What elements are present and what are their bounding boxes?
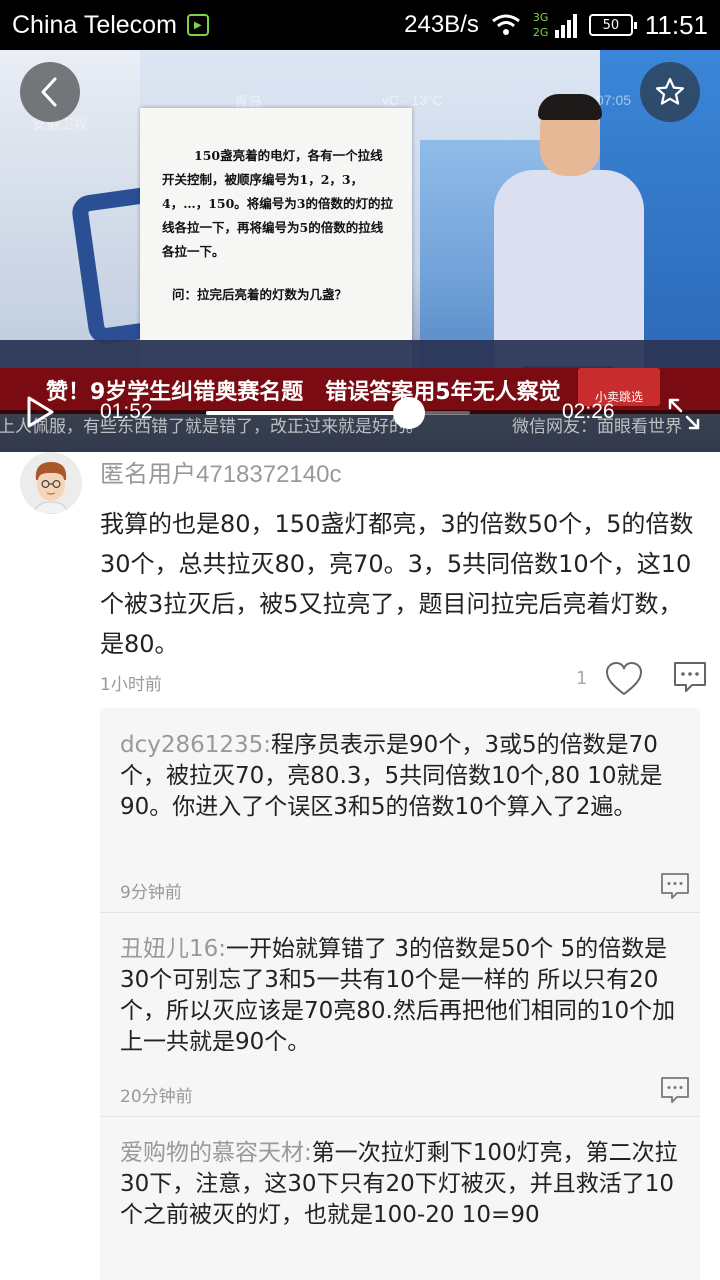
divider <box>100 912 700 913</box>
status-bar: China Telecom ▶ 243B/s 3G 2G 50 11:51 <box>0 0 720 50</box>
network-tag-3g: 3G <box>532 11 549 24</box>
battery-level: 50 <box>602 17 620 33</box>
overlay-weather: vC - 13°C <box>382 92 443 108</box>
paper-question-text: 问：拉完后亮着的灯数为几盏？ <box>172 287 348 302</box>
progress-bar[interactable] <box>206 397 470 429</box>
total-time: 02:26 <box>562 400 615 423</box>
reply-author[interactable]: dcy2861235: <box>120 732 271 758</box>
star-icon <box>655 77 685 105</box>
comment-time: 1小时前 <box>100 675 162 695</box>
carrier-name: China Telecom <box>12 10 177 39</box>
reply-comment-icon[interactable] <box>660 1076 690 1106</box>
reply-comment-icon[interactable] <box>672 660 708 696</box>
comment-text: 我算的也是80，150盏灯都亮，3的倍数50个，5的倍数30个，总共拉灭80，亮… <box>100 510 694 658</box>
battery-icon: 50 <box>588 14 637 36</box>
chevron-left-icon <box>41 77 57 107</box>
network-tag-2g: 2G <box>532 26 549 39</box>
clock: 11:51 <box>644 9 708 40</box>
fullscreen-button[interactable] <box>664 394 704 434</box>
reply-author[interactable]: 爱购物的慕容天材: <box>120 1140 312 1166</box>
user-avatar-icon <box>33 462 69 514</box>
reply-author[interactable]: 丑妞儿16: <box>120 936 226 962</box>
wifi-icon <box>491 14 520 35</box>
iqiyi-icon: ▶ <box>186 14 209 36</box>
back-button[interactable] <box>20 62 80 122</box>
play-button[interactable] <box>20 392 60 432</box>
favorite-button[interactable] <box>640 62 700 122</box>
reply-body: 丑妞儿16:一开始就算错了 3的倍数是50个 5的倍数是30个可别忘了3和5一共… <box>120 934 680 1058</box>
reply-comment-icon[interactable] <box>660 872 690 902</box>
reply-body: 爱购物的慕容天材:第一次拉灯剩下100灯亮，第二次拉30下，注意，这30下只有2… <box>120 1138 680 1231</box>
divider <box>100 1116 700 1117</box>
reply-body: dcy2861235:程序员表示是90个，3或5的倍数是70个，被拉灭70，亮8… <box>120 730 680 823</box>
heart-icon[interactable] <box>604 660 644 698</box>
reply-time: 20分钟前 <box>120 1087 193 1107</box>
ticker-left: 上人佩服，有些东西错了就是错了，改正过来就是好的。 <box>0 417 423 437</box>
avatar[interactable] <box>20 452 82 514</box>
like-count: 1 <box>576 668 588 689</box>
play-icon <box>27 396 54 428</box>
reply-list: dcy2861235:程序员表示是90个，3或5的倍数是70个，被拉灭70，亮8… <box>100 708 700 1280</box>
progress-fill <box>206 411 410 415</box>
cellular-signal-icon: 3G 2G <box>533 10 577 40</box>
comment-author[interactable]: 匿名用户4718372140c <box>100 454 341 489</box>
reply-time: 9分钟前 <box>120 883 182 903</box>
current-time: 01:52 <box>100 400 153 423</box>
video-player[interactable]: 安徽卫视 青岛 vC - 13°C 07:05 150盏亮着的电灯，各有一个拉线… <box>0 50 720 452</box>
fullscreen-icon <box>668 398 700 430</box>
paper-problem-text: 150盏亮着的电灯，各有一个拉线开关控制，被顺序编号为1，2，3，4，…，150… <box>162 148 393 259</box>
network-speed: 243B/s <box>404 11 479 38</box>
